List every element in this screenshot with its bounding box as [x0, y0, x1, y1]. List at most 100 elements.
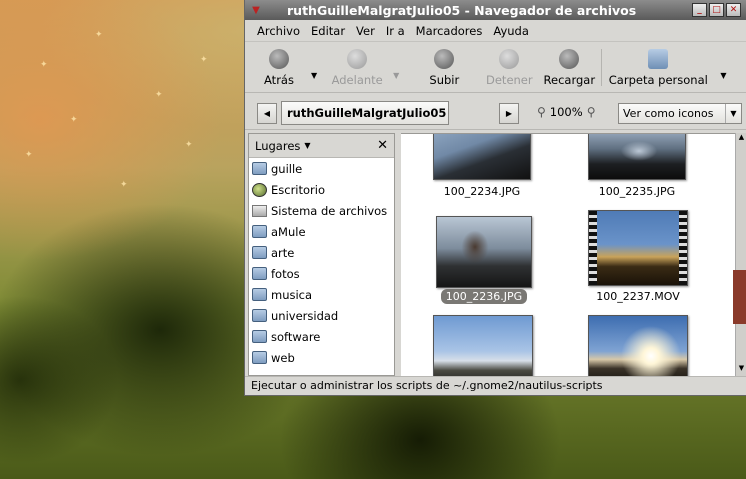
reload-icon — [559, 48, 580, 69]
crumb-right-arrow[interactable]: ▶ — [499, 103, 519, 124]
stop-button[interactable]: Detener — [481, 43, 537, 92]
folder-icon — [252, 267, 267, 280]
stop-label: Detener — [486, 72, 533, 87]
folder-icon — [252, 162, 267, 175]
home-label: Carpeta personal — [608, 72, 708, 87]
chevron-down-icon: ▼ — [725, 104, 741, 123]
forward-button[interactable]: Adelante — [327, 43, 387, 92]
thumbnail-100-2235[interactable] — [588, 134, 686, 180]
places-sidebar: Lugares ▼ ✕ guille Escritorio Sistema de… — [248, 133, 395, 376]
sidebar-item-escritorio[interactable]: Escritorio — [249, 179, 394, 200]
scroll-up-icon[interactable]: ▲ — [736, 133, 746, 145]
zoom-level[interactable]: 100% — [550, 105, 583, 119]
back-label: Atrás — [264, 72, 294, 87]
zoom-in-icon[interactable]: ⚲ — [587, 105, 596, 119]
folder-icon — [252, 351, 267, 364]
window-title: ruthGuilleMalgratJulio05 - Navegador de … — [287, 2, 637, 18]
folder-icon — [252, 288, 267, 301]
toolbar-overflow-dropdown[interactable]: ▼ — [720, 71, 726, 80]
status-bar: Ejecutar o administrar los scripts de ~/… — [245, 376, 746, 396]
sidebar-item-label: guille — [271, 161, 303, 176]
sidebar-item-label: web — [271, 350, 295, 365]
sidebar-item-software[interactable]: software — [249, 326, 394, 347]
menubar: Archivo Editar Ver Ir a Marcadores Ayuda — [245, 20, 746, 42]
sidebar-title[interactable]: Lugares — [255, 139, 300, 153]
minimize-button[interactable]: _ — [692, 3, 707, 17]
stop-icon — [499, 48, 520, 69]
menu-ver[interactable]: Ver — [356, 24, 375, 38]
menu-ir-a[interactable]: Ir a — [386, 24, 405, 38]
thumbnail-100-2234[interactable] — [433, 134, 531, 180]
view-mode-select[interactable]: Ver como iconos ▼ — [618, 103, 742, 124]
thumbnail-road[interactable] — [433, 315, 533, 376]
scroll-down-icon[interactable]: ▼ — [736, 364, 746, 376]
path-crumb[interactable]: ruthGuilleMalgratJulio05 — [281, 101, 449, 125]
folder-icon — [252, 246, 267, 259]
back-arrow-icon — [269, 48, 289, 69]
film-strip-icon — [589, 211, 597, 285]
close-button[interactable]: ✕ — [726, 3, 741, 17]
toolbar-separator — [601, 49, 603, 86]
folder-icon — [252, 225, 267, 238]
sidebar-item-label: software — [271, 329, 321, 344]
sidebar-item-arte[interactable]: arte — [249, 242, 394, 263]
home-folder-icon — [648, 48, 669, 69]
maximize-button[interactable]: □ — [709, 3, 724, 17]
file-manager-window[interactable]: ▼ ruthGuilleMalgratJulio05 - Navegador d… — [244, 0, 746, 396]
folder-icon — [252, 309, 267, 322]
menu-marcadores[interactable]: Marcadores — [416, 24, 483, 38]
up-arrow-icon — [434, 48, 455, 69]
sidebar-item-label: arte — [271, 245, 295, 260]
sidebar-close-icon[interactable]: ✕ — [377, 138, 388, 153]
menu-editar[interactable]: Editar — [311, 24, 345, 38]
location-bar: ◀ ruthGuilleMalgratJulio05 ▶ ⚲ 100% ⚲ Ve… — [245, 94, 746, 130]
window-menu-icon[interactable]: ▼ — [245, 5, 267, 16]
background-window-edge — [733, 270, 746, 324]
up-button[interactable]: Subir — [419, 43, 469, 92]
sidebar-item-filesystem[interactable]: Sistema de archivos — [249, 200, 394, 221]
sidebar-item-label: fotos — [271, 266, 300, 281]
crumb-left-arrow[interactable]: ◀ — [257, 103, 277, 124]
thumbnail-sunset[interactable] — [588, 315, 688, 376]
sidebar-item-label: Sistema de archivos — [271, 203, 388, 218]
zoom-control: ⚲ 100% ⚲ — [533, 105, 599, 119]
filesystem-icon — [252, 204, 267, 217]
film-strip-icon — [679, 211, 687, 285]
back-button[interactable]: Atrás — [253, 43, 305, 92]
forward-history-dropdown[interactable]: ▼ — [393, 71, 399, 80]
sidebar-item-musica[interactable]: musica — [249, 284, 394, 305]
desktop-icon — [252, 182, 267, 197]
sidebar-item-amule[interactable]: aMule — [249, 221, 394, 242]
sidebar-item-label: Escritorio — [271, 182, 326, 197]
up-label: Subir — [429, 72, 460, 87]
file-label-selected[interactable]: 100_2236.JPG — [424, 289, 544, 304]
sidebar-item-guille[interactable]: guille — [249, 158, 394, 179]
file-label[interactable]: 100_2235.JPG — [577, 185, 697, 198]
thumbnail-100-2237-video[interactable] — [588, 210, 688, 286]
file-icon-view[interactable]: 100_2234.JPG 100_2235.JPG 100_2236.JPG 1… — [401, 133, 735, 376]
sidebar-header: Lugares ▼ ✕ — [249, 134, 394, 158]
sidebar-item-fotos[interactable]: fotos — [249, 263, 394, 284]
thumbnail-100-2236[interactable] — [436, 216, 532, 288]
folder-icon — [252, 330, 267, 343]
sidebar-dropdown-icon[interactable]: ▼ — [304, 141, 310, 150]
window-titlebar[interactable]: ▼ ruthGuilleMalgratJulio05 - Navegador d… — [245, 0, 746, 20]
home-button[interactable]: Carpeta personal — [606, 43, 710, 92]
sidebar-item-web[interactable]: web — [249, 347, 394, 368]
file-label[interactable]: 100_2234.JPG — [422, 185, 542, 198]
menu-archivo[interactable]: Archivo — [257, 24, 300, 38]
zoom-out-icon[interactable]: ⚲ — [537, 105, 546, 119]
sidebar-item-label: musica — [271, 287, 313, 302]
file-label[interactable]: 100_2237.MOV — [578, 290, 698, 303]
forward-label: Adelante — [331, 72, 383, 87]
back-history-dropdown[interactable]: ▼ — [311, 71, 317, 80]
toolbar: Atrás ▼ Adelante ▼ Subir Detener Recarga… — [245, 43, 746, 93]
sidebar-item-universidad[interactable]: universidad — [249, 305, 394, 326]
menu-ayuda[interactable]: Ayuda — [493, 24, 529, 38]
vertical-scrollbar[interactable]: ▲ ▼ — [735, 133, 746, 376]
reload-button[interactable]: Recargar — [541, 43, 597, 92]
sidebar-item-label: universidad — [271, 308, 339, 323]
reload-label: Recargar — [543, 72, 596, 87]
sidebar-item-label: aMule — [271, 224, 306, 239]
forward-arrow-icon — [347, 48, 368, 69]
